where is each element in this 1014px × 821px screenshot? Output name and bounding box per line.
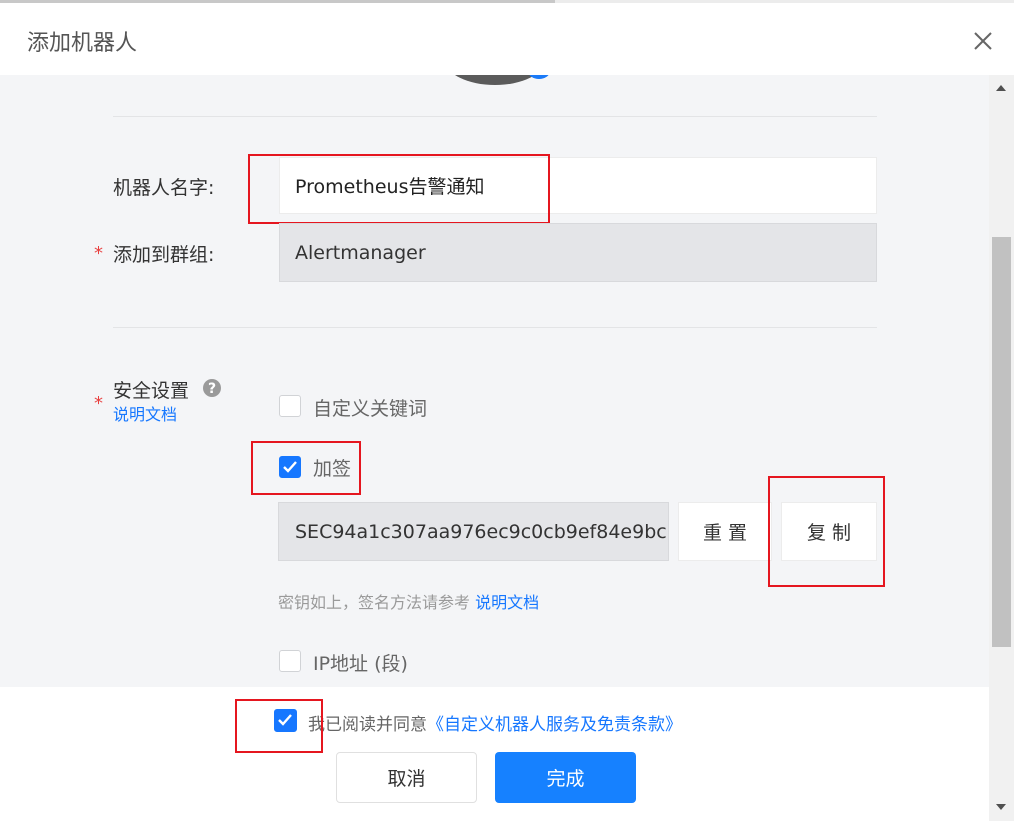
dialog-footer: 我已阅读并同意《自定义机器人服务及免责条款》 取消 完成 (0, 687, 989, 821)
agree-statement: 我已阅读并同意《自定义机器人服务及免责条款》 (308, 710, 682, 735)
caret-down-icon[interactable] (996, 804, 1006, 810)
secret-hint-doc-link[interactable]: 说明文档 (475, 593, 539, 612)
sign-option-label: 加签 (313, 458, 352, 480)
agree-text: 我已阅读并同意 (308, 715, 427, 735)
caret-up-icon[interactable] (996, 85, 1006, 91)
close-button[interactable] (966, 29, 1000, 55)
reset-button[interactable]: 重 置 (678, 502, 772, 561)
required-mark-security: * (94, 393, 103, 414)
dialog-body: 机器人名字: Prometheus告警通知 * 添加到群组: Alertmana… (0, 75, 989, 687)
scrollbar[interactable] (989, 75, 1014, 821)
keyword-option-label: 自定义关键词 (313, 398, 428, 420)
group-value: Alertmanager (295, 241, 426, 264)
cancel-button[interactable]: 取消 (336, 752, 477, 803)
group-label: 添加到群组: (113, 244, 215, 266)
check-icon (283, 461, 297, 473)
terms-link[interactable]: 《自定义机器人服务及免责条款》 (427, 715, 682, 735)
svg-text:?: ? (208, 381, 216, 397)
dialog-header: 添加机器人 (0, 3, 1014, 75)
close-icon (974, 32, 992, 50)
robot-name-input[interactable]: Prometheus告警通知 (279, 157, 877, 214)
robot-name-value: Prometheus告警通知 (295, 176, 485, 198)
sign-checkbox[interactable] (279, 456, 301, 478)
check-icon (278, 714, 292, 726)
help-circle-icon[interactable]: ? (202, 378, 222, 398)
done-button[interactable]: 完成 (495, 752, 636, 803)
divider-top (113, 116, 877, 117)
robot-name-label: 机器人名字: (113, 177, 215, 199)
required-mark-group: * (94, 243, 103, 264)
scroll-thumb[interactable] (992, 237, 1011, 647)
divider-middle (113, 327, 877, 328)
dialog-title: 添加机器人 (27, 31, 138, 56)
secret-hint-text: 密钥如上，签名方法请参考 (278, 593, 471, 612)
secret-value: SEC94a1c307aa976ec9c0cb9ef84e9bc3 (295, 520, 669, 543)
security-settings-label: 安全设置 (113, 380, 190, 402)
group-input: Alertmanager (279, 223, 877, 282)
agree-checkbox[interactable] (274, 709, 297, 732)
robot-avatar (445, 75, 545, 85)
ip-checkbox[interactable] (279, 650, 301, 672)
avatar-badge (528, 75, 550, 79)
security-doc-link[interactable]: 说明文档 (113, 401, 177, 425)
secret-input[interactable]: SEC94a1c307aa976ec9c0cb9ef84e9bc3 (278, 502, 669, 561)
ip-option-label: IP地址 (段) (313, 653, 408, 675)
copy-button[interactable]: 复 制 (781, 502, 877, 561)
keyword-checkbox[interactable] (279, 395, 301, 417)
secret-hint: 密钥如上，签名方法请参考 说明文档 (278, 589, 539, 613)
